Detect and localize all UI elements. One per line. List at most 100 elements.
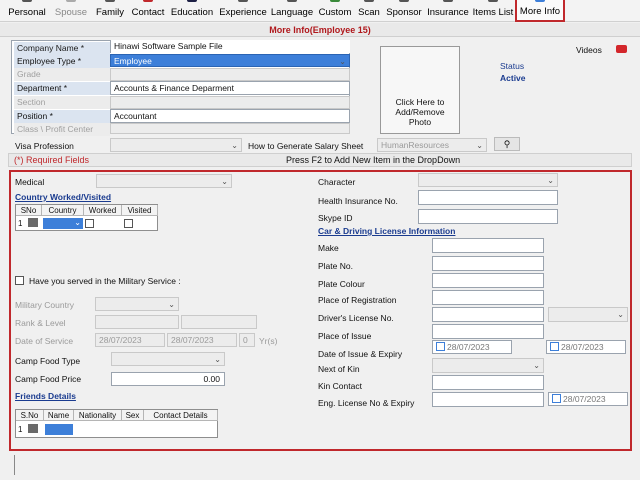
character-select[interactable]: ⌄ <box>418 173 558 187</box>
language-icon <box>287 0 297 2</box>
date-expiry-picker[interactable]: 28/07/2023 <box>546 340 626 354</box>
skype-field[interactable] <box>418 209 558 224</box>
eng-license-field[interactable] <box>432 392 544 407</box>
health-ins-label: Health Insurance No. <box>318 196 398 206</box>
grid-header: S.No <box>16 410 44 421</box>
chevron-down-icon: ⌄ <box>476 141 483 150</box>
class-label: Class \ Profit Center <box>14 123 110 136</box>
friend-name-cell[interactable] <box>45 424 73 435</box>
friends-grid[interactable]: S.No Name Nationality Sex Contact Detail… <box>15 409 218 438</box>
service-date-to: 28/07/2023 <box>167 333 237 347</box>
visa-select[interactable]: ⌄ <box>110 138 242 152</box>
kin-contact-label: Kin Contact <box>318 381 362 391</box>
experience-icon <box>238 0 248 2</box>
section-field <box>110 96 350 109</box>
character-label: Character <box>318 177 356 187</box>
grid-header: Country <box>42 205 84 216</box>
position-field[interactable]: Accountant <box>110 109 350 123</box>
salary-select[interactable]: HumanResources ⌄ <box>377 138 487 152</box>
grid-header: Visited <box>122 205 158 216</box>
military-country-select: ⌄ <box>95 297 179 311</box>
chevron-down-icon: ⌄ <box>339 57 346 66</box>
toolbar-contact[interactable]: Contact <box>129 0 167 22</box>
toolbar-sponsor[interactable]: Sponsor <box>384 0 424 22</box>
table-row-number: 1 <box>18 219 23 228</box>
next-kin-select[interactable]: ⌄ <box>432 358 544 373</box>
plate-colour-label: Plate Colour <box>318 279 365 289</box>
worked-checkbox[interactable] <box>85 219 94 228</box>
toolbar-language[interactable]: Language <box>270 0 314 22</box>
grid-header: Worked <box>84 205 122 216</box>
license-no-field[interactable] <box>432 307 544 322</box>
medical-select[interactable]: ⌄ <box>96 174 232 188</box>
position-label: Position * <box>14 110 110 123</box>
employee-type-select[interactable]: Employee ⌄ <box>110 54 350 67</box>
visa-label: Visa Profession <box>15 141 74 151</box>
license-no-label: Driver's License No. <box>318 313 394 323</box>
countries-grid[interactable]: SNo Country Worked Visited 1 ⌄ <box>15 204 158 231</box>
toolbar-custom[interactable]: Custom <box>317 0 353 22</box>
next-kin-label: Next of Kin <box>318 364 360 374</box>
toolbar-education[interactable]: Education <box>169 0 215 22</box>
date-checkbox[interactable] <box>552 394 561 403</box>
license-type-select[interactable]: ⌄ <box>548 307 628 322</box>
toolbar-more-info[interactable]: More Info <box>515 0 565 22</box>
health-ins-field[interactable] <box>418 190 558 205</box>
sponsor-icon <box>399 0 409 2</box>
grid-header: SNo <box>16 205 42 216</box>
country-select[interactable]: ⌄ <box>43 218 83 229</box>
scan-icon <box>364 0 374 2</box>
level-field <box>181 315 257 329</box>
insurance-icon <box>443 0 453 2</box>
company-label: Company Name * <box>14 42 110 55</box>
department-field[interactable]: Accounts & Finance Deparment <box>110 81 350 95</box>
car-title: Car & Driving License Information <box>318 226 456 236</box>
grade-label: Grade <box>14 68 110 81</box>
toolbar-items-list[interactable]: Items List <box>472 0 514 22</box>
rank-field <box>95 315 179 329</box>
military-checkbox[interactable] <box>15 276 24 285</box>
date-checkbox[interactable] <box>550 342 559 351</box>
row-edit-icon[interactable] <box>28 218 38 227</box>
visited-checkbox[interactable] <box>124 219 133 228</box>
place-issue-label: Place of Issue <box>318 331 372 341</box>
camp-food-type-label: Camp Food Type <box>15 356 81 366</box>
eng-expiry-picker[interactable]: 28/07/2023 <box>548 392 628 406</box>
binoculars-icon[interactable]: ⚲ <box>494 137 520 151</box>
class-field <box>110 123 350 134</box>
make-field[interactable] <box>432 238 544 253</box>
toolbar-experience[interactable]: Experience <box>217 0 269 22</box>
chevron-down-icon: ⌄ <box>533 361 540 370</box>
make-label: Make <box>318 243 339 253</box>
place-issue-field[interactable] <box>432 324 544 339</box>
photo-text: Click Here to <box>395 97 445 107</box>
countries-title: Country Worked/Visited <box>15 192 112 202</box>
section-label: Section <box>14 96 110 109</box>
status-label: Status <box>500 61 525 71</box>
toolbar-scan[interactable]: Scan <box>356 0 382 22</box>
toolbar-family[interactable]: Family <box>93 0 127 22</box>
kin-contact-field[interactable] <box>432 375 544 390</box>
contact-icon <box>143 0 153 2</box>
plate-no-field[interactable] <box>432 256 544 271</box>
spouse-icon <box>66 0 76 2</box>
department-label: Department * <box>14 82 110 95</box>
chevron-down-icon: ⌄ <box>214 355 221 364</box>
row-edit-icon[interactable] <box>28 424 38 433</box>
camp-food-price-field[interactable]: 0.00 <box>111 372 225 386</box>
youtube-icon[interactable] <box>616 45 627 53</box>
grid-header: Contact Details <box>144 410 218 421</box>
toolbar-personal[interactable]: Personal <box>4 0 50 22</box>
photo-box[interactable]: Click Here to Add/Remove Photo <box>380 46 460 134</box>
eng-license-label: Eng. License No & Expiry <box>318 398 415 408</box>
camp-food-type-select[interactable]: ⌄ <box>111 352 225 366</box>
toolbar-insurance[interactable]: Insurance <box>426 0 470 22</box>
plate-colour-field[interactable] <box>432 273 544 288</box>
toolbar-spouse[interactable]: Spouse <box>52 0 90 22</box>
person-icon <box>22 0 32 2</box>
company-field[interactable]: Hinawi Software Sample File <box>110 40 350 53</box>
window-title: More Info(Employee 15) <box>0 23 640 37</box>
date-issue-picker[interactable]: 28/07/2023 <box>432 340 512 354</box>
date-checkbox[interactable] <box>436 342 445 351</box>
place-reg-field[interactable] <box>432 290 544 305</box>
